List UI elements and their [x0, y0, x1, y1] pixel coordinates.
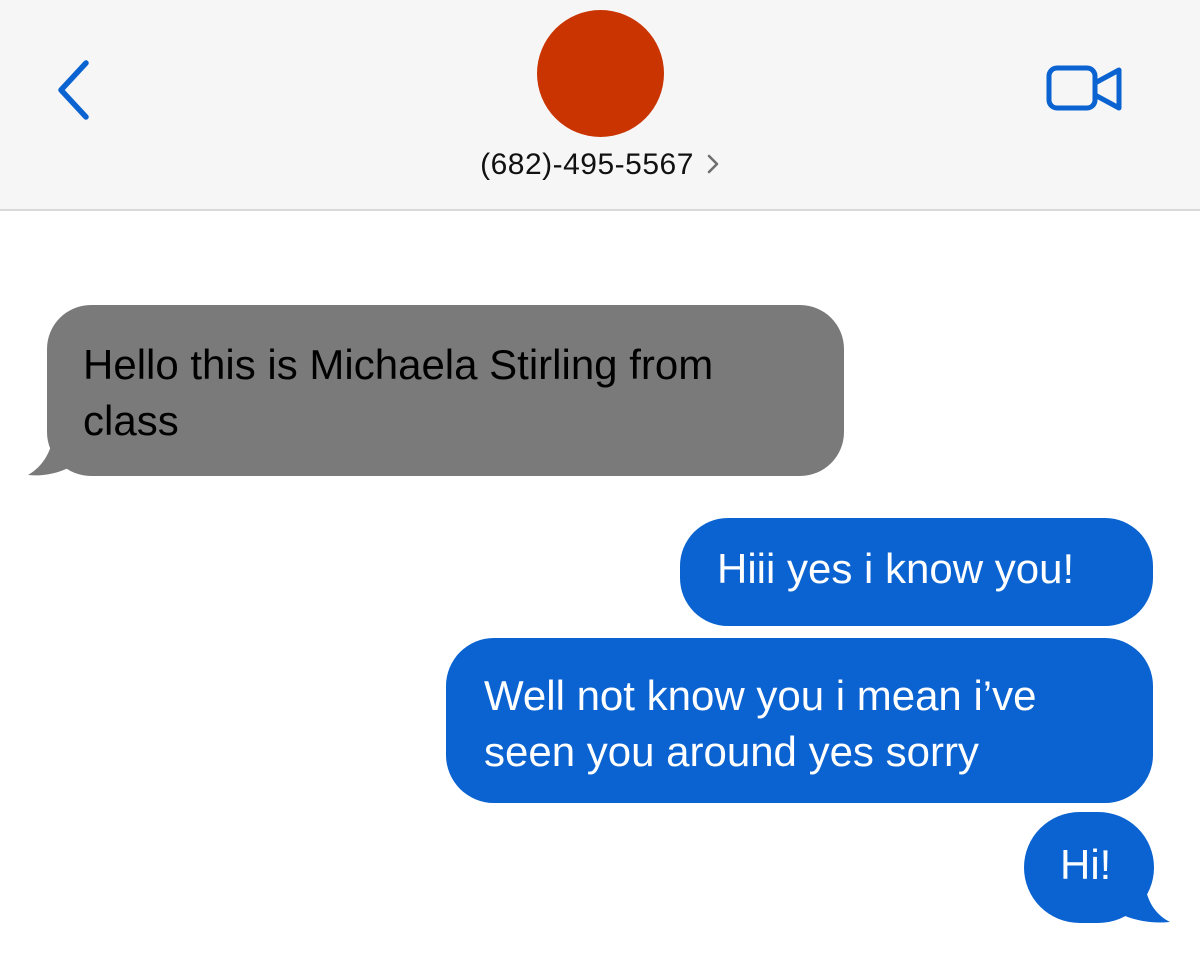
chevron-right-icon [706, 149, 720, 183]
incoming-message-bubble[interactable]: Hello this is Michaela Stirling from cla… [47, 305, 844, 476]
message-text: Hi! [1060, 841, 1112, 888]
message-text: Hello this is Michaela Stirling from cla… [83, 337, 808, 449]
message-text: Hiii yes i know you! [717, 545, 1075, 592]
incoming-bubble-tail [28, 425, 80, 476]
chevron-left-icon [58, 60, 89, 120]
contact-name: (682)-495-5567 [480, 148, 694, 181]
video-call-button[interactable] [1045, 62, 1125, 116]
contact-name-button[interactable]: (682)-495-5567 [0, 148, 1200, 183]
avatar[interactable] [537, 10, 664, 137]
message-text-line: Hello this is Michaela Stirling from [83, 341, 714, 388]
video-camera-icon [1046, 65, 1122, 111]
message-text: Well not know you i mean i’ve seen you a… [484, 668, 1117, 780]
outgoing-message-bubble[interactable]: Hiii yes i know you! [680, 518, 1153, 626]
outgoing-message-bubble[interactable]: Well not know you i mean i’ve seen you a… [446, 638, 1153, 803]
back-button[interactable] [50, 55, 100, 125]
conversation-header: (682)-495-5567 [0, 0, 1200, 211]
message-text-line: Well not know you i mean i’ve [484, 672, 1037, 719]
message-text-line: class [83, 397, 179, 444]
message-text-line: seen you around yes sorry [484, 728, 979, 775]
